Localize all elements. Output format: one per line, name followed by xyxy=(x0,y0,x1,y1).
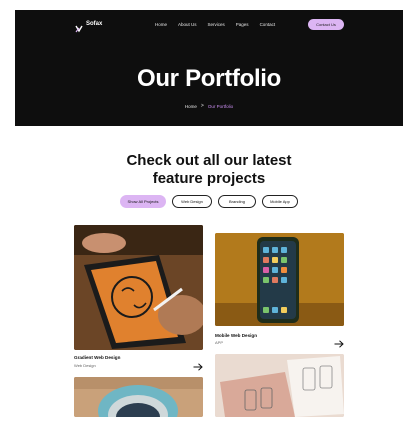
nav-links: Home About Us Services Pages Contact xyxy=(155,22,275,27)
project-title[interactable]: Mobile Web Design xyxy=(215,333,257,338)
arrow-right-icon[interactable] xyxy=(193,358,203,371)
filter-web-design[interactable]: Web Design xyxy=(172,195,212,208)
contact-us-button[interactable]: Contact Us xyxy=(308,19,344,30)
top-navigation: Sofax Home About Us Services Pages Conta… xyxy=(15,10,403,40)
nav-link-services[interactable]: Services xyxy=(208,22,225,27)
project-image-gradient-web-design[interactable] xyxy=(74,225,203,350)
project-category: Web Design xyxy=(74,363,96,368)
section-title-line2: feature projects xyxy=(152,170,266,187)
brand-logo[interactable]: Sofax xyxy=(75,20,103,33)
breadcrumb: Home > Our Portfolio xyxy=(15,103,403,109)
project-category: APP xyxy=(215,340,224,345)
filter-show-all[interactable]: Show All Projects xyxy=(120,195,166,208)
nav-link-home[interactable]: Home xyxy=(155,22,167,27)
brand-name: Sofax xyxy=(86,21,103,27)
filter-bar: Show All Projects Web Design Branding Mo… xyxy=(0,195,418,208)
logo-icon xyxy=(75,20,83,33)
nav-link-about[interactable]: About Us xyxy=(178,22,197,27)
project-image-wireframes[interactable] xyxy=(215,354,344,417)
project-title[interactable]: Gradient Web Design xyxy=(74,355,120,360)
breadcrumb-home[interactable]: Home xyxy=(185,104,197,109)
breadcrumb-current: Our Portfolio xyxy=(207,103,234,109)
section-title-line1: Check out all our latest xyxy=(126,152,292,169)
breadcrumb-separator: > xyxy=(200,103,204,109)
page-title: Our Portfolio xyxy=(136,65,282,92)
filter-mobile-app[interactable]: Mobile App xyxy=(262,195,298,208)
project-image-watch[interactable] xyxy=(74,377,203,417)
section-title: Check out all our latest feature project… xyxy=(0,152,418,188)
hero-banner: Sofax Home About Us Services Pages Conta… xyxy=(15,10,403,126)
project-image-mobile-web-design[interactable] xyxy=(215,233,344,326)
nav-link-contact[interactable]: Contact xyxy=(260,22,276,27)
arrow-right-icon[interactable] xyxy=(334,335,344,348)
nav-link-pages[interactable]: Pages xyxy=(236,22,249,27)
filter-branding[interactable]: Branding xyxy=(218,195,256,208)
